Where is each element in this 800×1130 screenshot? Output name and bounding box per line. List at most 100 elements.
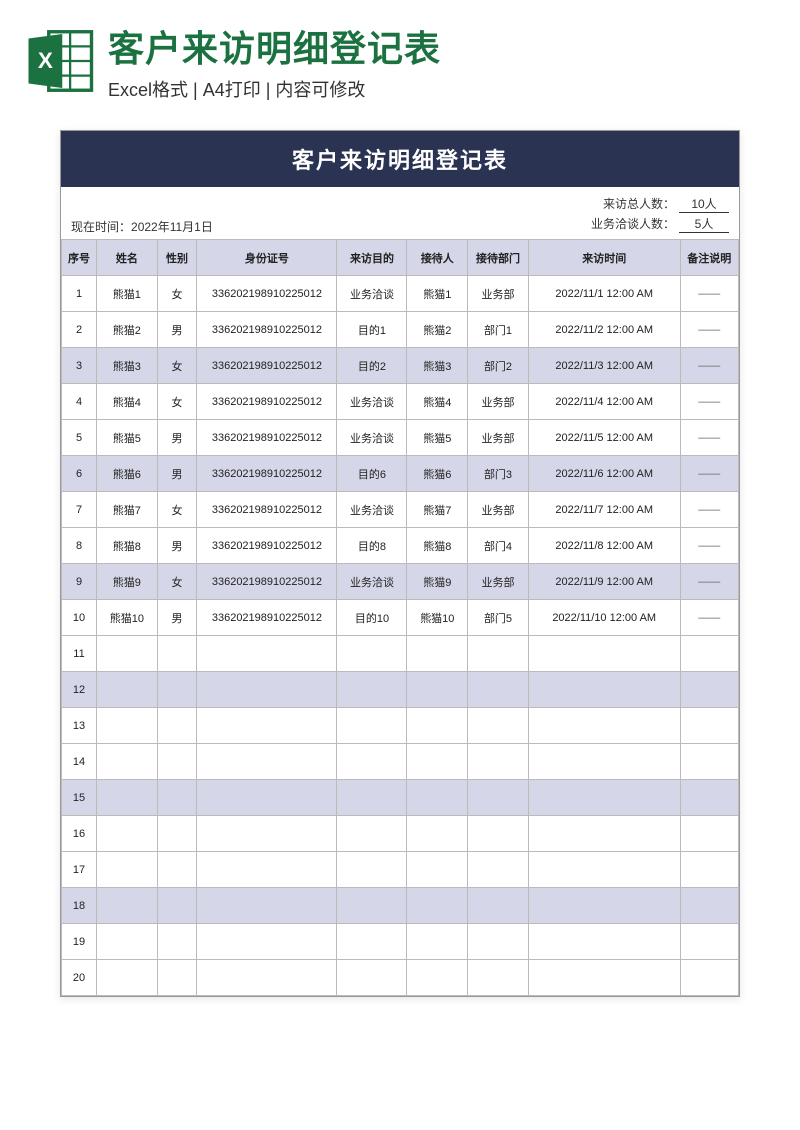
cell-name (97, 636, 158, 672)
cell-seq: 14 (62, 744, 97, 780)
cell-dept: 部门2 (468, 348, 529, 384)
cell-id: 336202198910225012 (197, 492, 337, 528)
cell-receiver (407, 780, 468, 816)
cell-purpose (337, 672, 407, 708)
cell-seq: 12 (62, 672, 97, 708)
cell-time (528, 708, 680, 744)
cell-time (528, 744, 680, 780)
cell-name: 熊猫8 (97, 528, 158, 564)
cell-seq: 20 (62, 960, 97, 996)
cell-dept (468, 888, 529, 924)
business-label: 业务洽谈人数： (591, 215, 675, 232)
col-note: 备注说明 (680, 240, 738, 276)
cell-receiver (407, 636, 468, 672)
cell-note (680, 708, 738, 744)
cell-seq: 15 (62, 780, 97, 816)
sheet-container: 客户来访明细登记表 现在时间：2022年11月1日 来访总人数： 10人 业务洽… (0, 112, 800, 1025)
cell-note (680, 960, 738, 996)
cell-dept: 部门4 (468, 528, 529, 564)
cell-purpose (337, 960, 407, 996)
cell-time (528, 636, 680, 672)
cell-purpose: 目的2 (337, 348, 407, 384)
cell-receiver (407, 816, 468, 852)
col-seq: 序号 (62, 240, 97, 276)
cell-seq: 6 (62, 456, 97, 492)
cell-id: 336202198910225012 (197, 384, 337, 420)
cell-purpose: 业务洽谈 (337, 564, 407, 600)
cell-gender: 女 (157, 384, 197, 420)
cell-note: —— (680, 276, 738, 312)
cell-name: 熊猫6 (97, 456, 158, 492)
cell-gender (157, 744, 197, 780)
spreadsheet: 客户来访明细登记表 现在时间：2022年11月1日 来访总人数： 10人 业务洽… (60, 130, 740, 997)
table-row: 19 (62, 924, 739, 960)
excel-icon: X (24, 25, 96, 97)
current-time-label: 现在时间： (71, 220, 131, 234)
cell-gender (157, 924, 197, 960)
cell-seq: 7 (62, 492, 97, 528)
table-row: 10熊猫10男336202198910225012目的10熊猫10部门52022… (62, 600, 739, 636)
cell-gender: 女 (157, 492, 197, 528)
cell-note: —— (680, 420, 738, 456)
cell-time: 2022/11/10 12:00 AM (528, 600, 680, 636)
cell-dept: 业务部 (468, 492, 529, 528)
cell-gender: 男 (157, 456, 197, 492)
cell-id: 336202198910225012 (197, 348, 337, 384)
cell-name: 熊猫5 (97, 420, 158, 456)
current-time: 现在时间：2022年11月1日 (71, 218, 213, 235)
meta-bar: 现在时间：2022年11月1日 来访总人数： 10人 业务洽谈人数： 5人 (61, 187, 739, 239)
cell-dept (468, 708, 529, 744)
cell-name (97, 744, 158, 780)
cell-time (528, 924, 680, 960)
cell-id (197, 960, 337, 996)
cell-receiver (407, 888, 468, 924)
col-purpose: 来访目的 (337, 240, 407, 276)
cell-id: 336202198910225012 (197, 528, 337, 564)
cell-receiver: 熊猫6 (407, 456, 468, 492)
cell-seq: 1 (62, 276, 97, 312)
table-row: 9熊猫9女336202198910225012业务洽谈熊猫9业务部2022/11… (62, 564, 739, 600)
cell-seq: 5 (62, 420, 97, 456)
cell-name: 熊猫9 (97, 564, 158, 600)
total-visitors: 来访总人数： 10人 (591, 195, 729, 213)
cell-note: —— (680, 348, 738, 384)
table-row: 4熊猫4女336202198910225012业务洽谈熊猫4业务部2022/11… (62, 384, 739, 420)
cell-purpose (337, 888, 407, 924)
cell-dept: 业务部 (468, 420, 529, 456)
cell-gender (157, 672, 197, 708)
cell-note (680, 672, 738, 708)
cell-receiver: 熊猫3 (407, 348, 468, 384)
table-row: 2熊猫2男336202198910225012目的1熊猫2部门12022/11/… (62, 312, 739, 348)
col-receiver: 接待人 (407, 240, 468, 276)
cell-id: 336202198910225012 (197, 420, 337, 456)
sheet-title: 客户来访明细登记表 (61, 131, 739, 187)
business-visitors: 业务洽谈人数： 5人 (591, 215, 729, 233)
cell-gender (157, 888, 197, 924)
cell-time: 2022/11/3 12:00 AM (528, 348, 680, 384)
cell-seq: 19 (62, 924, 97, 960)
cell-note (680, 888, 738, 924)
cell-gender (157, 780, 197, 816)
meta-right: 来访总人数： 10人 业务洽谈人数： 5人 (591, 195, 729, 235)
table-header-row: 序号 姓名 性别 身份证号 来访目的 接待人 接待部门 来访时间 备注说明 (62, 240, 739, 276)
visitor-table: 序号 姓名 性别 身份证号 来访目的 接待人 接待部门 来访时间 备注说明 1熊… (61, 239, 739, 996)
cell-gender: 男 (157, 600, 197, 636)
cell-seq: 11 (62, 636, 97, 672)
cell-time (528, 888, 680, 924)
cell-name (97, 960, 158, 996)
cell-receiver: 熊猫4 (407, 384, 468, 420)
cell-receiver: 熊猫1 (407, 276, 468, 312)
cell-purpose (337, 924, 407, 960)
cell-name (97, 780, 158, 816)
col-name: 姓名 (97, 240, 158, 276)
cell-purpose: 目的10 (337, 600, 407, 636)
cell-purpose: 业务洽谈 (337, 492, 407, 528)
table-row: 15 (62, 780, 739, 816)
table-row: 11 (62, 636, 739, 672)
cell-seq: 10 (62, 600, 97, 636)
cell-name: 熊猫2 (97, 312, 158, 348)
cell-name (97, 672, 158, 708)
cell-purpose (337, 636, 407, 672)
cell-receiver (407, 960, 468, 996)
cell-time (528, 816, 680, 852)
